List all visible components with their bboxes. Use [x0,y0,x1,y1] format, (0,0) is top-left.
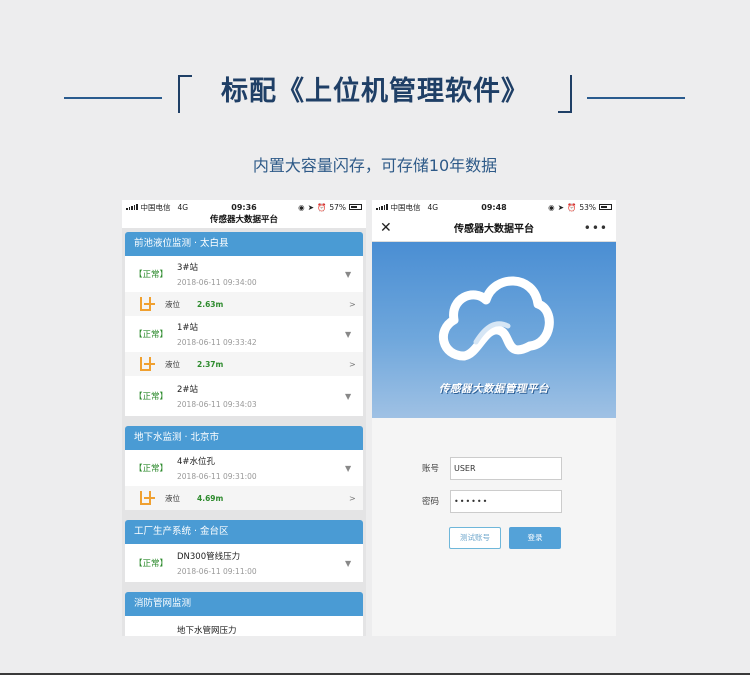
chevron-down-icon[interactable]: ▼ [345,464,363,473]
account-label: 账号 [422,464,440,474]
alarm-icon: ⏰ [566,202,577,212]
close-icon[interactable]: ✕ [380,220,400,236]
station-row[interactable]: 地下水管网压力 [125,616,363,636]
station-status: 【正常】 [133,270,168,280]
tank-level-icon [139,357,155,371]
tank-level-icon [139,297,155,311]
app-bar: ✕ 传感器大数据平台 ••• [372,214,616,242]
station-name: 1#站 [177,323,199,333]
alarm-icon: ⏰ [316,202,327,212]
chevron-right-icon[interactable]: > [349,360,363,369]
page-subtitle: 内置大容量闪存，可存储10年数据 [252,156,498,175]
level-row[interactable]: 液位 2.37m > [125,352,363,376]
chevron-right-icon[interactable]: > [349,300,363,309]
level-label: 液位 [165,493,180,503]
chevron-down-icon[interactable]: ▼ [345,392,363,401]
station-time: 2018-06-11 09:11:00 [177,567,257,576]
station-row[interactable]: 【正常】 DN300管线压力 2018-06-11 09:11:00 ▼ [125,544,363,582]
login-form: 账号 USER 密码 •••••• 测试账号 登录 [372,418,616,549]
battery-percent: 53% [579,202,596,212]
location-icon: ◉ [548,202,555,212]
location-icon: ◉ [298,202,305,212]
app-title: 传感器大数据平台 [454,224,534,235]
chevron-down-icon[interactable]: ▼ [345,330,363,339]
arrow-icon: ➤ [307,202,314,212]
station-status: 【正常】 [133,330,168,340]
password-input[interactable]: •••••• [450,489,562,513]
heading-bracket-left [178,75,192,113]
status-bar: 中国电信 4G 09:36 ◉ ➤ ⏰ 57% [122,200,366,214]
group-header[interactable]: 消防管网监测 [125,592,363,616]
battery-icon [599,204,612,210]
test-account-button[interactable]: 测试账号 [449,527,501,549]
banner-title: 传感器大数据管理平台 [439,383,549,395]
station-row[interactable]: 【正常】 1#站 2018-06-11 09:33:42 ▼ [125,316,363,352]
heading-line-left [64,97,162,99]
station-time: 2018-06-11 09:34:00 [177,278,257,287]
level-value: 2.63m [197,299,224,309]
battery-icon [349,204,362,210]
more-icon[interactable]: ••• [584,221,608,235]
cloud-logo-icon [439,276,554,361]
password-label: 密码 [422,497,440,507]
battery-percent: 57% [329,202,346,212]
group-list: 【正常】 DN300管线压力 2018-06-11 09:11:00 ▼ [125,544,363,582]
status-bar: 中国电信 4G 09:48 ◉ ➤ ⏰ 53% [372,200,616,214]
login-button[interactable]: 登录 [509,527,561,549]
page-title: 标配《上位机管理软件》 [221,76,529,107]
level-row[interactable]: 液位 4.69m > [125,486,363,510]
group-header[interactable]: 工厂生产系统 · 金台区 [125,520,363,544]
station-status: 【正常】 [133,392,168,402]
group-list: 【正常】 4#水位孔 2018-06-11 09:31:00 ▼ 液位 4.69… [125,450,363,510]
phone-login: 中国电信 4G 09:48 ◉ ➤ ⏰ 53% ✕ 传感器大数据平台 ••• 传… [372,200,616,636]
arrow-icon: ➤ [557,202,564,212]
level-label: 液位 [165,299,180,309]
station-time: 2018-06-11 09:31:00 [177,472,257,481]
station-time: 2018-06-11 09:34:03 [177,400,257,409]
chevron-down-icon[interactable]: ▼ [345,559,363,568]
station-status: 【正常】 [133,559,168,569]
level-row[interactable]: 液位 2.63m > [125,292,363,316]
level-value: 4.69m [197,493,224,503]
phone-monitoring-list: 中国电信 4G 09:36 ◉ ➤ ⏰ 57% 传感器大数据平台 前池液位监测 … [122,200,366,636]
login-banner: 传感器大数据管理平台 [372,242,616,418]
station-name: 4#水位孔 [177,457,216,467]
group-header[interactable]: 前池液位监测 · 太白县 [125,232,363,256]
station-row[interactable]: 【正常】 2#站 2018-06-11 09:34:03 ▼ [125,376,363,416]
app-title: 传感器大数据平台 [122,214,366,228]
station-time: 2018-06-11 09:33:42 [177,338,257,347]
station-name: 3#站 [177,263,199,273]
heading-bracket-right [558,75,572,113]
heading-line-right [587,97,685,99]
station-row[interactable]: 【正常】 3#站 2018-06-11 09:34:00 ▼ [125,256,363,292]
level-value: 2.37m [197,359,224,369]
chevron-down-icon[interactable]: ▼ [345,270,363,279]
station-name: 地下水管网压力 [177,626,237,636]
account-input[interactable]: USER [450,456,562,480]
chevron-right-icon[interactable]: > [349,494,363,503]
tank-level-icon [139,491,155,505]
group-list: 地下水管网压力 [125,616,363,636]
level-label: 液位 [165,359,180,369]
group-header[interactable]: 地下水监测 · 北京市 [125,426,363,450]
station-status: 【正常】 [133,464,168,474]
station-name: DN300管线压力 [177,552,241,562]
group-list: 【正常】 3#站 2018-06-11 09:34:00 ▼ 液位 2.63m … [125,256,363,416]
station-row[interactable]: 【正常】 4#水位孔 2018-06-11 09:31:00 ▼ [125,450,363,486]
station-name: 2#站 [177,385,199,395]
